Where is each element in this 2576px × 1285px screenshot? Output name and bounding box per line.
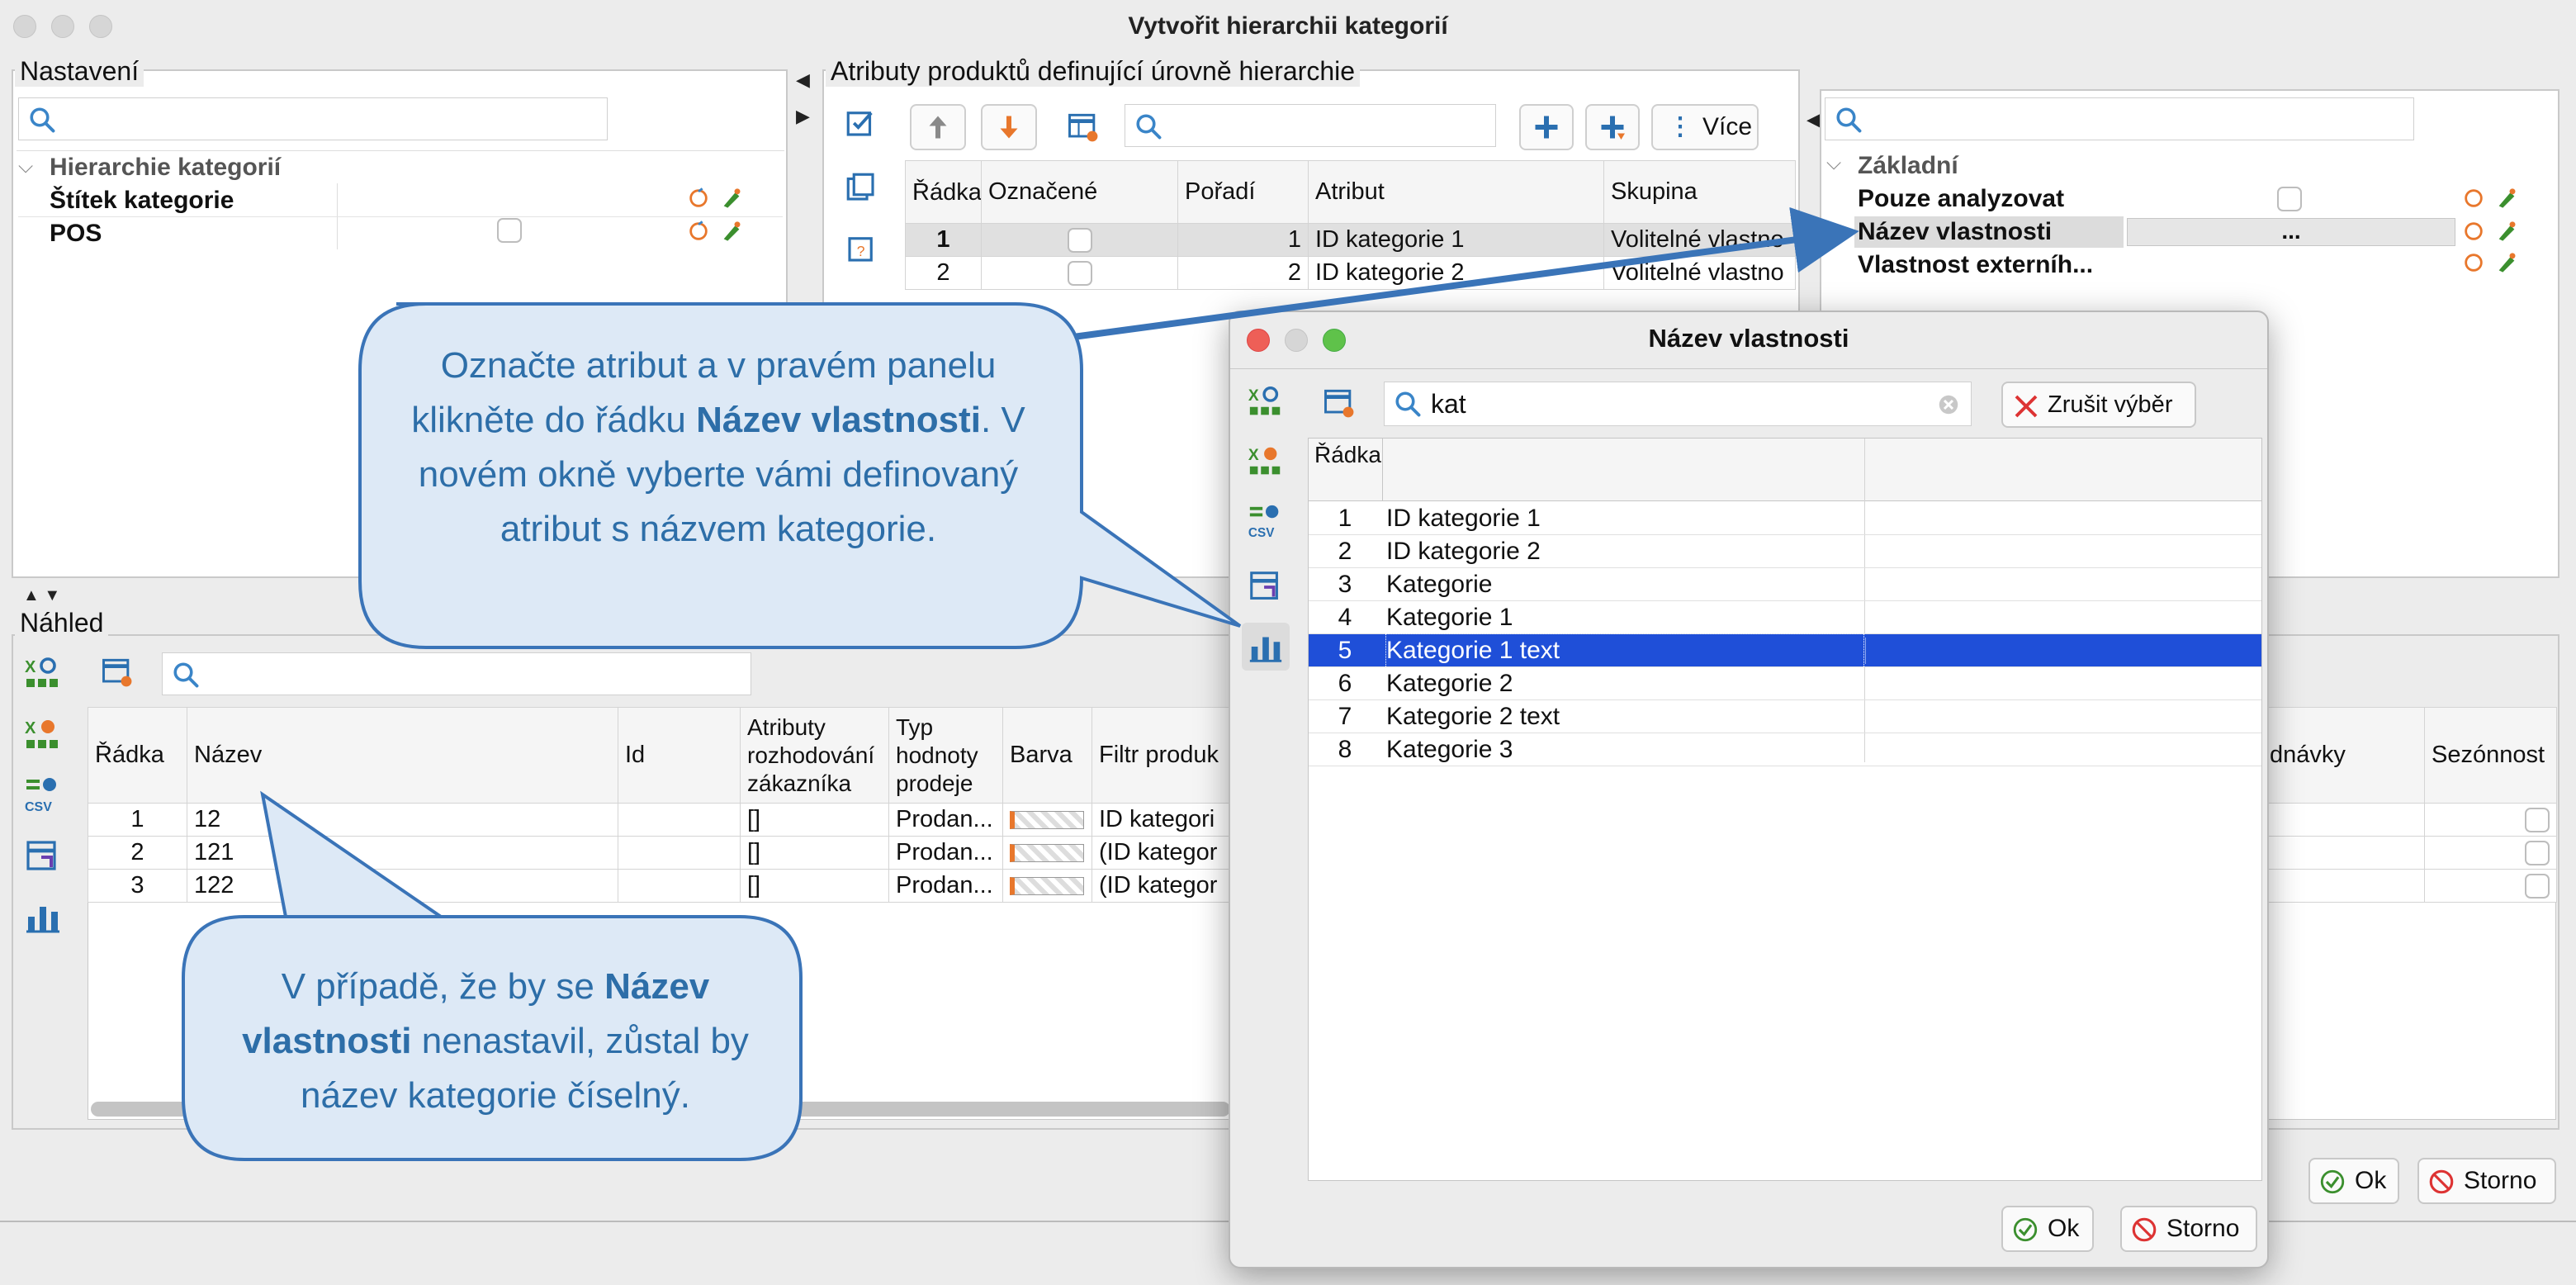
top-callout-text: Označte atribut a v pravém panelu klikně…	[411, 345, 1025, 549]
bottom-callout-text: V případě, že by se Název vlastnosti nen…	[242, 966, 749, 1116]
callout-arrow	[1073, 206, 1859, 340]
